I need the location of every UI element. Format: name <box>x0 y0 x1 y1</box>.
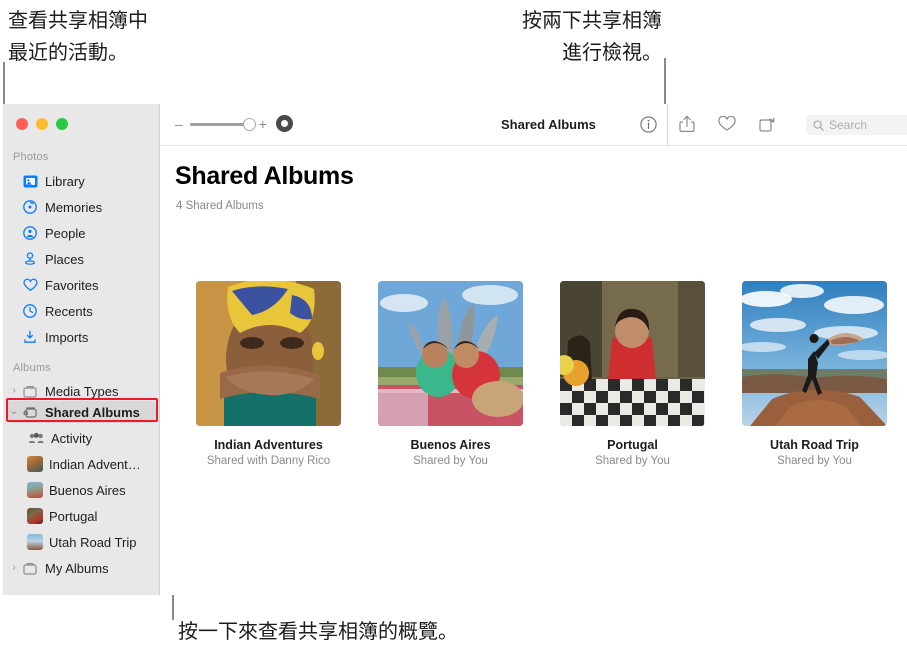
album-name: Portugal <box>607 438 658 452</box>
sidebar-item-buenos-aires[interactable]: Buenos Aires <box>27 479 156 501</box>
search-icon <box>813 119 824 131</box>
album-shared-status: Shared by You <box>595 455 670 467</box>
sidebar-section-photos: Photos <box>13 151 49 163</box>
album-shared-status: Shared with Danny Rico <box>206 455 331 467</box>
sidebar-item-label: People <box>45 225 86 241</box>
minimize-button[interactable] <box>36 118 48 130</box>
album-card-portugal[interactable]: Portugal Shared by You <box>560 281 705 467</box>
sidebar-item-label: Utah Road Trip <box>49 534 137 550</box>
sidebar-item-recents[interactable]: Recents <box>7 300 156 322</box>
album-thumb-buenos-icon <box>27 482 43 498</box>
sidebar-item-media-types[interactable]: › Media Types <box>7 380 156 402</box>
import-icon <box>21 329 39 345</box>
sidebar-item-imports[interactable]: Imports <box>7 326 156 348</box>
album-grid: Indian Adventures Shared with Danny Rico <box>196 281 887 467</box>
sidebar-item-shared-albums[interactable]: ⌄ Shared Albums <box>7 401 156 423</box>
sidebar-item-favorites[interactable]: Favorites <box>7 274 156 296</box>
page-title: Shared Albums <box>175 162 354 190</box>
search-field[interactable]: Search <box>806 115 907 135</box>
album-shared-status: Shared by You <box>777 455 852 467</box>
album-thumbnail[interactable] <box>742 281 887 426</box>
sidebar: Photos Library Memories People Places Fa… <box>3 104 160 595</box>
toolbar-divider <box>667 104 668 146</box>
people-icon <box>21 225 39 241</box>
chevron-right-icon[interactable]: › <box>7 563 21 573</box>
shared-album-icon <box>21 404 39 420</box>
sidebar-item-library[interactable]: Library <box>7 170 156 192</box>
sidebar-item-label: Favorites <box>45 277 99 293</box>
view-toggle-inner-dot <box>281 120 288 127</box>
window-traffic-lights <box>16 118 68 130</box>
sidebar-item-label: Imports <box>45 329 89 345</box>
sidebar-item-utah-road-trip[interactable]: Utah Road Trip <box>27 531 156 553</box>
album-thumbnail[interactable] <box>378 281 523 426</box>
callout-text-doubleclick: 按兩下共享相簿 進行檢視。 <box>522 8 662 64</box>
sidebar-item-label: My Albums <box>45 560 109 576</box>
sidebar-item-label: Places <box>45 251 85 267</box>
folder-icon <box>21 560 39 576</box>
album-card-buenos-aires[interactable]: Buenos Aires Shared by You <box>378 281 523 467</box>
callout-text-overview: 按一下來查看共享相簿的概覽。 <box>178 619 458 643</box>
sidebar-item-memories[interactable]: Memories <box>7 196 156 218</box>
album-name: Utah Road Trip <box>770 438 859 452</box>
sidebar-item-portugal[interactable]: Portugal <box>27 505 156 527</box>
view-toggle-button[interactable] <box>276 115 293 132</box>
sidebar-item-label: Memories <box>45 199 103 215</box>
chevron-down-icon[interactable]: ⌄ <box>7 407 21 417</box>
sidebar-item-label: Indian Advent… <box>49 456 141 472</box>
album-thumbnail[interactable] <box>196 281 341 426</box>
rotate-icon[interactable] <box>756 113 778 135</box>
sidebar-item-label: Media Types <box>45 383 119 399</box>
folder-icon <box>21 383 39 399</box>
sidebar-item-label: Recents <box>45 303 93 319</box>
album-card-utah-road-trip[interactable]: Utah Road Trip Shared by You <box>742 281 887 467</box>
main-content: Shared Albums 4 Shared Albums Indian Adv… <box>160 146 907 595</box>
places-icon <box>21 251 39 267</box>
sidebar-section-albums: Albums <box>13 362 51 374</box>
memories-icon <box>21 199 39 215</box>
sidebar-item-indian-adventures[interactable]: Indian Advent… <box>27 453 156 475</box>
heart-icon <box>21 277 39 293</box>
clock-icon <box>21 303 39 319</box>
callout-text-activity: 查看共享相簿中 最近的活動。 <box>8 8 148 64</box>
sidebar-item-label: Activity <box>51 430 93 446</box>
album-shared-status: Shared by You <box>413 455 488 467</box>
album-thumb-portugal-icon <box>27 508 43 524</box>
album-thumb-utah-icon <box>27 534 43 550</box>
sidebar-item-activity[interactable]: Activity <box>27 427 156 449</box>
photos-app-window: Photos Library Memories People Places Fa… <box>3 104 907 595</box>
zoom-slider-track[interactable] <box>189 117 256 131</box>
zoom-slider-knob[interactable] <box>242 117 256 131</box>
info-icon[interactable] <box>637 113 659 135</box>
share-icon[interactable] <box>676 113 698 135</box>
zoom-in-label[interactable]: + <box>259 117 267 131</box>
sidebar-item-people[interactable]: People <box>7 222 156 244</box>
toolbar-title: Shared Albums <box>501 117 596 132</box>
library-icon <box>21 173 39 189</box>
album-name: Buenos Aires <box>410 438 491 452</box>
sidebar-item-label: Shared Albums <box>45 404 140 420</box>
sidebar-item-label: Buenos Aires <box>49 482 126 498</box>
sidebar-item-label: Portugal <box>49 508 98 524</box>
toolbar: – + Shared Albums Search <box>160 104 907 146</box>
zoom-slider-control[interactable]: – + <box>175 117 267 131</box>
chevron-right-icon[interactable]: › <box>7 386 21 396</box>
sidebar-item-places[interactable]: Places <box>7 248 156 270</box>
album-thumb-indian-icon <box>27 456 43 472</box>
close-button[interactable] <box>16 118 28 130</box>
heart-icon[interactable] <box>716 113 738 135</box>
sidebar-item-my-albums[interactable]: › My Albums <box>7 557 156 579</box>
zoom-out-label[interactable]: – <box>175 117 183 131</box>
activity-icon <box>27 430 45 446</box>
search-input[interactable]: Search <box>829 118 867 132</box>
album-card-indian-adventures[interactable]: Indian Adventures Shared with Danny Rico <box>196 281 341 467</box>
album-thumbnail[interactable] <box>560 281 705 426</box>
sidebar-item-label: Library <box>45 173 85 189</box>
zoom-button[interactable] <box>56 118 68 130</box>
album-name: Indian Adventures <box>214 438 323 452</box>
page-subtitle: 4 Shared Albums <box>176 200 264 212</box>
